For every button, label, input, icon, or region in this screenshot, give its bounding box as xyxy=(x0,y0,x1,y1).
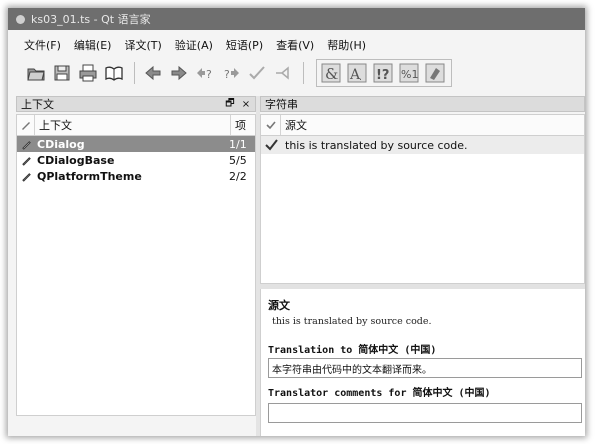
context-row-cdialog[interactable]: CDialog 1/1 xyxy=(17,136,255,152)
menu-edit[interactable]: 编辑(E) xyxy=(68,37,119,53)
toolbar-separator xyxy=(134,62,135,84)
next-unfinished-icon[interactable]: ? xyxy=(219,61,243,85)
strings-list: this is translated by source code. xyxy=(260,136,585,284)
context-dock: 上下文 🗗 × 上下文 项 CDialog 1/1 CDialogBase 5/… xyxy=(16,96,256,436)
save-icon[interactable] xyxy=(50,61,74,85)
app-icon xyxy=(16,14,25,24)
window-title: ks03_01.ts - Qt 语言家 xyxy=(31,13,151,26)
context-name: CDialog xyxy=(37,137,85,151)
menu-translation[interactable]: 译文(T) xyxy=(118,37,168,53)
pencil-icon xyxy=(17,139,35,150)
status-column-icon[interactable] xyxy=(17,115,35,135)
context-name: CDialogBase xyxy=(37,153,115,167)
placeholder-icon[interactable]: %1 xyxy=(397,61,421,85)
source-heading: 源文 xyxy=(268,299,290,312)
context-name: QPlatformTheme xyxy=(37,169,142,183)
source-column-title[interactable]: 源文 xyxy=(281,117,307,133)
menu-validation[interactable]: 验证(A) xyxy=(169,37,220,53)
svg-text:?: ? xyxy=(224,68,230,81)
svg-text:.: . xyxy=(359,73,362,83)
app-window: ks03_01.ts - Qt 语言家 文件(F) 编辑(E) 译文(T) 验证… xyxy=(8,8,585,436)
string-source-text: this is translated by source code. xyxy=(285,138,468,152)
print-icon[interactable] xyxy=(76,61,100,85)
svg-text:%1: %1 xyxy=(401,68,418,81)
context-count: 2/2 xyxy=(229,169,247,183)
string-row[interactable]: this is translated by source code. xyxy=(261,136,584,154)
translation-field[interactable]: 本字符串由代码中的文本翻译而来。 xyxy=(268,358,582,378)
surrounding-whitespace-icon[interactable] xyxy=(423,61,447,85)
menu-help[interactable]: 帮助(H) xyxy=(321,37,373,53)
next-icon[interactable] xyxy=(167,61,191,85)
menu-view[interactable]: 查看(V) xyxy=(270,37,321,53)
done-next-icon[interactable] xyxy=(245,61,269,85)
strings-dock-header: 字符串 xyxy=(260,96,585,112)
prev-icon[interactable] xyxy=(141,61,165,85)
items-column-title[interactable]: 项 xyxy=(231,117,255,133)
pencil-icon xyxy=(17,171,35,182)
accelerator-icon[interactable]: & xyxy=(319,61,343,85)
context-row-cdialogbase[interactable]: CDialogBase 5/5 xyxy=(17,152,255,168)
status-column-icon[interactable] xyxy=(261,115,281,135)
menu-phrases[interactable]: 短语(P) xyxy=(220,37,270,53)
context-column-title[interactable]: 上下文 xyxy=(35,115,231,135)
translation-label: Translation to 简体中文 (中国) xyxy=(268,345,437,356)
translation-editor: 源文 this is translated by source code. Tr… xyxy=(260,289,585,436)
svg-text:?: ? xyxy=(206,68,212,81)
comments-label: Translator comments for 简体中文 (中国) xyxy=(268,388,491,399)
copy-source-icon[interactable] xyxy=(271,61,295,85)
context-dock-header: 上下文 🗗 × xyxy=(16,96,256,112)
svg-text:!?: !? xyxy=(376,68,389,83)
source-text: this is translated by source code. xyxy=(272,316,432,327)
punctuation-icon[interactable]: A. xyxy=(345,61,369,85)
strings-dock: 字符串 源文 this is translated by source code… xyxy=(260,96,585,284)
context-dock-title: 上下文 xyxy=(21,98,54,111)
strings-column-header: 源文 xyxy=(260,114,585,136)
float-icon[interactable]: 🗗 xyxy=(223,96,237,113)
context-list: CDialog 1/1 CDialogBase 5/5 QPlatformThe… xyxy=(16,136,256,416)
menu-file[interactable]: 文件(F) xyxy=(18,37,68,53)
phrase-match-icon[interactable]: !? xyxy=(371,61,395,85)
context-count: 1/1 xyxy=(229,137,247,151)
open-icon[interactable] xyxy=(24,61,48,85)
validation-toolbar-group: & A. !? %1 xyxy=(316,59,452,87)
context-row-qplatformtheme[interactable]: QPlatformTheme 2/2 xyxy=(17,168,255,184)
toolbar-separator xyxy=(303,62,304,84)
strings-dock-title: 字符串 xyxy=(265,98,298,111)
prev-unfinished-icon[interactable]: ? xyxy=(193,61,217,85)
comments-field[interactable] xyxy=(268,403,582,423)
phrasebook-icon[interactable] xyxy=(102,61,126,85)
title-bar: ks03_01.ts - Qt 语言家 xyxy=(8,8,585,30)
toolbar: ? ? & A. !? %1 xyxy=(8,58,585,88)
context-column-header: 上下文 项 xyxy=(16,114,256,136)
menu-bar: 文件(F) 编辑(E) 译文(T) 验证(A) 短语(P) 查看(V) 帮助(H… xyxy=(8,36,585,54)
checkmark-icon xyxy=(261,139,281,151)
pencil-icon xyxy=(17,155,35,166)
context-count: 5/5 xyxy=(229,153,247,167)
close-icon[interactable]: × xyxy=(239,99,253,110)
svg-text:&: & xyxy=(325,65,338,83)
